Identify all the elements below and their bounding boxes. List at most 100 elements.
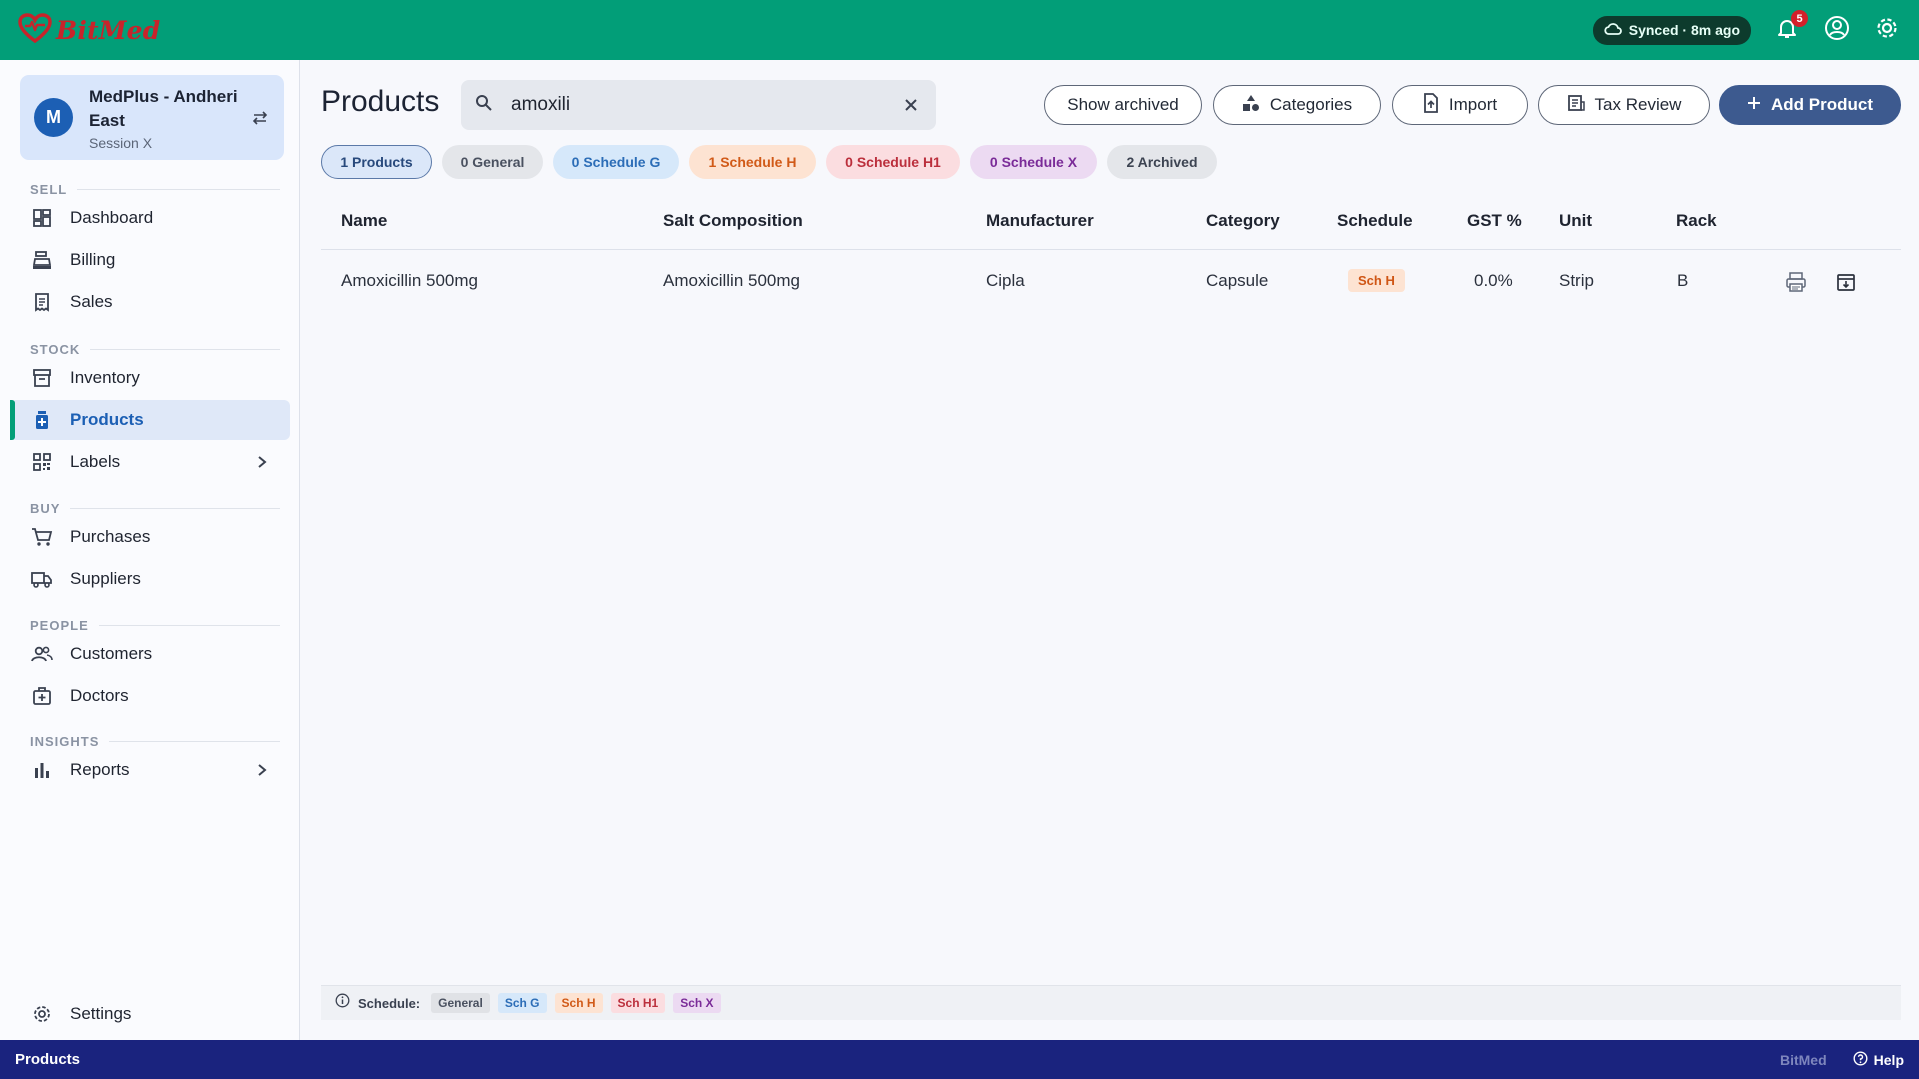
sidebar-item-settings[interactable]: Settings <box>10 994 290 1034</box>
medicine-icon <box>30 408 54 432</box>
qr-code-icon <box>30 450 54 474</box>
section-insights: INSIGHTS <box>30 734 280 749</box>
legend-label: Schedule: <box>358 995 421 1011</box>
column-header-rack[interactable]: Rack <box>1676 211 1717 231</box>
sidebar-item-label: Labels <box>70 452 121 471</box>
sidebar-item-inventory[interactable]: Inventory <box>10 358 290 398</box>
categories-button[interactable]: Categories <box>1213 85 1381 125</box>
help-icon <box>1853 1050 1868 1069</box>
sidebar-item-reports[interactable]: Reports <box>10 750 290 790</box>
sidebar-item-purchases[interactable]: Purchases <box>10 517 290 557</box>
main-content: Products Show archived Categories Import… <box>301 60 1919 1040</box>
filter-chip-schedule-g[interactable]: 0 Schedule G <box>553 145 679 179</box>
app-logo[interactable]: BitMed <box>18 12 161 48</box>
app-name: BitMed <box>56 15 161 45</box>
filter-chip-general[interactable]: 0 General <box>442 145 543 179</box>
notifications-button[interactable]: 5 <box>1773 10 1808 44</box>
store-name: MedPlus - Andheri East <box>89 86 238 130</box>
sidebar-item-sales[interactable]: Sales <box>10 282 290 322</box>
receipt-icon <box>30 290 54 314</box>
filter-chip-schedule-h1[interactable]: 0 Schedule H1 <box>826 145 960 179</box>
store-selector[interactable]: M MedPlus - Andheri East Session X <box>20 75 284 160</box>
print-label-icon[interactable] <box>1783 269 1809 295</box>
section-people: PEOPLE <box>30 618 280 633</box>
table-row[interactable]: Amoxicillin 500mg Amoxicillin 500mg Cipl… <box>321 250 1901 312</box>
sidebar-item-label: Products <box>70 410 144 429</box>
filter-chip-schedule-h[interactable]: 1 Schedule H <box>689 145 816 179</box>
products-table: Name Salt Composition Manufacturer Categ… <box>321 190 1901 312</box>
sidebar-item-billing[interactable]: Billing <box>10 240 290 280</box>
legend-tag-sch-h1: Sch H1 <box>610 993 666 1013</box>
sidebar-item-label: Inventory <box>70 368 140 387</box>
sidebar-item-label: Doctors <box>70 686 129 705</box>
sidebar-item-label: Suppliers <box>70 569 141 588</box>
account-button[interactable] <box>1823 15 1851 46</box>
show-archived-button[interactable]: Show archived <box>1044 85 1202 125</box>
sync-status-text: Synced · 8m ago <box>1628 22 1740 38</box>
filter-chip-archived[interactable]: 2 Archived <box>1107 145 1217 179</box>
legend-tag-general: General <box>431 993 490 1013</box>
section-buy: BUY <box>30 501 280 516</box>
cart-icon <box>30 525 54 549</box>
settings-button[interactable] <box>1873 16 1901 44</box>
help-link[interactable]: Help <box>1853 1050 1904 1069</box>
sidebar-item-dashboard[interactable]: Dashboard <box>10 198 290 238</box>
filter-chip-products[interactable]: 1 Products <box>321 145 432 179</box>
gear-icon <box>30 1002 54 1026</box>
column-header-name[interactable]: Name <box>341 211 387 231</box>
sidebar-item-label: Sales <box>70 292 113 311</box>
store-session: Session X <box>89 134 153 151</box>
legend-tag-sch-g: Sch G <box>497 993 547 1013</box>
cell-name: Amoxicillin 500mg <box>341 271 478 290</box>
account-circle-icon <box>1824 15 1850 46</box>
legend-tag-sch-h: Sch H <box>554 993 603 1013</box>
sidebar-item-label: Billing <box>70 250 116 269</box>
sidebar-item-customers[interactable]: Customers <box>10 634 290 674</box>
avatar: M <box>34 98 73 137</box>
column-header-salt[interactable]: Salt Composition <box>663 211 803 231</box>
filter-chip-schedule-x[interactable]: 0 Schedule X <box>970 145 1097 179</box>
column-header-unit[interactable]: Unit <box>1559 211 1592 231</box>
schedule-badge: Sch H <box>1348 269 1405 292</box>
heart-logo-icon <box>18 12 52 48</box>
bar-chart-icon <box>30 758 54 782</box>
column-header-schedule[interactable]: Schedule <box>1337 211 1413 231</box>
receipt-icon <box>1567 94 1585 117</box>
column-header-category[interactable]: Category <box>1206 211 1280 231</box>
legend-tag-sch-x: Sch X <box>673 993 721 1013</box>
plus-icon <box>1747 95 1761 115</box>
sidebar-item-label: Purchases <box>70 527 151 546</box>
cloud-icon <box>1604 22 1622 39</box>
search-icon <box>475 94 493 117</box>
add-product-button[interactable]: Add Product <box>1719 85 1901 125</box>
swap-icon[interactable] <box>250 108 270 128</box>
cell-manufacturer: Cipla <box>986 271 1025 290</box>
archive-icon[interactable] <box>1833 269 1859 295</box>
schedule-legend: Schedule: General Sch G Sch H Sch H1 Sch… <box>321 985 1901 1020</box>
page-title: Products <box>321 85 440 118</box>
search-input[interactable] <box>511 94 900 116</box>
sidebar-item-doctors[interactable]: Doctors <box>10 676 290 716</box>
import-button[interactable]: Import <box>1392 85 1528 125</box>
section-stock: STOCK <box>30 342 280 357</box>
cell-category: Capsule <box>1206 271 1269 290</box>
info-icon <box>335 993 350 1013</box>
sidebar-item-suppliers[interactable]: Suppliers <box>10 559 290 599</box>
sidebar-item-labels[interactable]: Labels <box>10 442 290 482</box>
category-shapes-icon <box>1242 94 1260 117</box>
clear-search-icon[interactable] <box>900 94 922 116</box>
sync-status-badge[interactable]: Synced · 8m ago <box>1592 15 1751 45</box>
column-header-manufacturer[interactable]: Manufacturer <box>986 211 1094 231</box>
cash-register-icon <box>30 248 54 272</box>
tax-review-button[interactable]: Tax Review <box>1538 85 1710 125</box>
top-bar: BitMed Synced · 8m ago 5 <box>0 0 1919 60</box>
status-page-name: Products <box>15 1051 81 1068</box>
sidebar-item-products[interactable]: Products <box>10 400 290 440</box>
search-box[interactable] <box>461 80 936 130</box>
chevron-right-icon <box>254 762 270 778</box>
cell-gst: 0.0% <box>1474 271 1513 290</box>
column-header-gst[interactable]: GST % <box>1467 211 1522 231</box>
status-bar: Products BitMed Help <box>0 1040 1919 1079</box>
cell-rack: B <box>1677 271 1689 290</box>
sidebar-item-label: Dashboard <box>70 208 154 227</box>
